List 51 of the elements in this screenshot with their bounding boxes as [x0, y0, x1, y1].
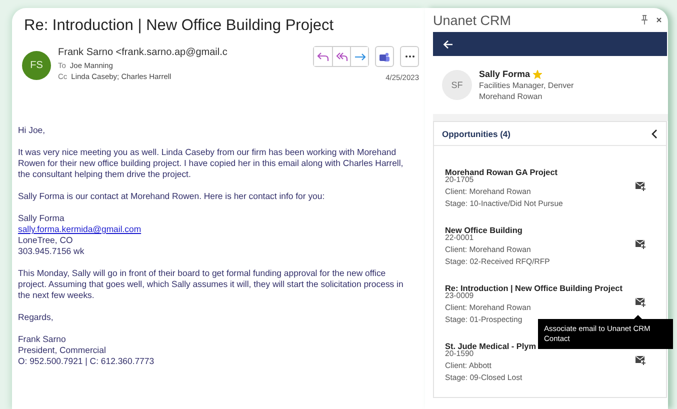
forward-icon: [354, 52, 366, 62]
mail-plus-icon: [635, 297, 646, 307]
sender-avatar: FS: [22, 51, 51, 80]
collapse-button[interactable]: [651, 128, 658, 138]
reply-all-button[interactable]: [332, 47, 350, 66]
more-button[interactable]: [400, 46, 419, 67]
close-icon: [656, 17, 662, 23]
section-header: Opportunities (4): [442, 128, 510, 138]
panel-title: Unanet CRM: [433, 12, 512, 28]
pin-icon: [641, 15, 648, 25]
mail-plus-icon: [635, 355, 646, 365]
email-body-line: project. Assuming that goes well, which Sally assumes it will, they will start the solicitation process in: [18, 279, 404, 290]
email-body-line: Hi Joe,: [18, 125, 46, 136]
email-body-line: 303.945.7156 wk: [18, 246, 84, 257]
opportunity-title: Morehand Rowan GA Project: [445, 168, 558, 176]
email-subject: Re: Introduction | New Office Building Project: [24, 17, 335, 36]
opportunity-title: St. Jude Medical - Plym: [445, 342, 536, 350]
teams-icon: [379, 52, 390, 62]
forward-button[interactable]: [350, 47, 368, 66]
reply-icon: [317, 52, 329, 62]
email-body-line: Sally Forma is our contact at Morehand Rowen. Here is her contact info for you:: [18, 191, 325, 202]
sender-name: Frank Sarno <frank.sarno.ap@gmail.c: [58, 47, 228, 60]
email-body-line: O: 952.500.7921 | C: 612.360.7773: [18, 356, 154, 367]
opportunity-title: Re: Introduction | New Office Building Project: [445, 284, 622, 292]
opportunity-title: New Office Building: [445, 226, 522, 234]
email-link[interactable]: sally.forma.kermida@gmail.com: [18, 224, 142, 235]
mail-plus-icon: [635, 239, 646, 249]
associate-email-button[interactable]: [635, 239, 646, 249]
email-body-line: It was very nice meeting you as well. Linda Caseby from our firm has been working with Morehand: [18, 147, 396, 158]
email-body-line: This Monday, Sally will go in front of their board to get formal funding approval for the new office: [18, 268, 386, 279]
email-body-line: Rowen for their new office building project. I have copied her in this email along with Charles Harrell,: [18, 158, 404, 169]
contact-name: Sally Forma: [479, 69, 530, 79]
associate-email-button[interactable]: [635, 355, 646, 365]
mail-plus-icon: [635, 181, 646, 191]
back-arrow-icon: [443, 40, 453, 48]
email-body-line: the consultant helping them drive the project.: [18, 169, 191, 180]
email-body-line: the next few weeks.: [18, 290, 94, 301]
email-body-line: Frank Sarno: [18, 334, 66, 345]
associate-email-button[interactable]: [635, 297, 646, 307]
contact-job-title: Facilities Manager, Denver: [479, 81, 574, 90]
email-body-line: Sally Forma: [18, 213, 64, 224]
contact-avatar: SF: [442, 70, 472, 100]
more-icon: [404, 55, 414, 58]
contact-company: Morehand Rowan: [479, 92, 544, 101]
email-body-line: President, Commercial: [18, 345, 106, 356]
associate-email-button[interactable]: [635, 181, 646, 191]
teams-button[interactable]: [375, 46, 394, 67]
email-body-line: Regards,: [18, 312, 54, 323]
email-body-line: LoneTree, CO: [18, 235, 73, 246]
reply-all-icon: [336, 52, 348, 62]
reply-button[interactable]: [314, 47, 332, 66]
